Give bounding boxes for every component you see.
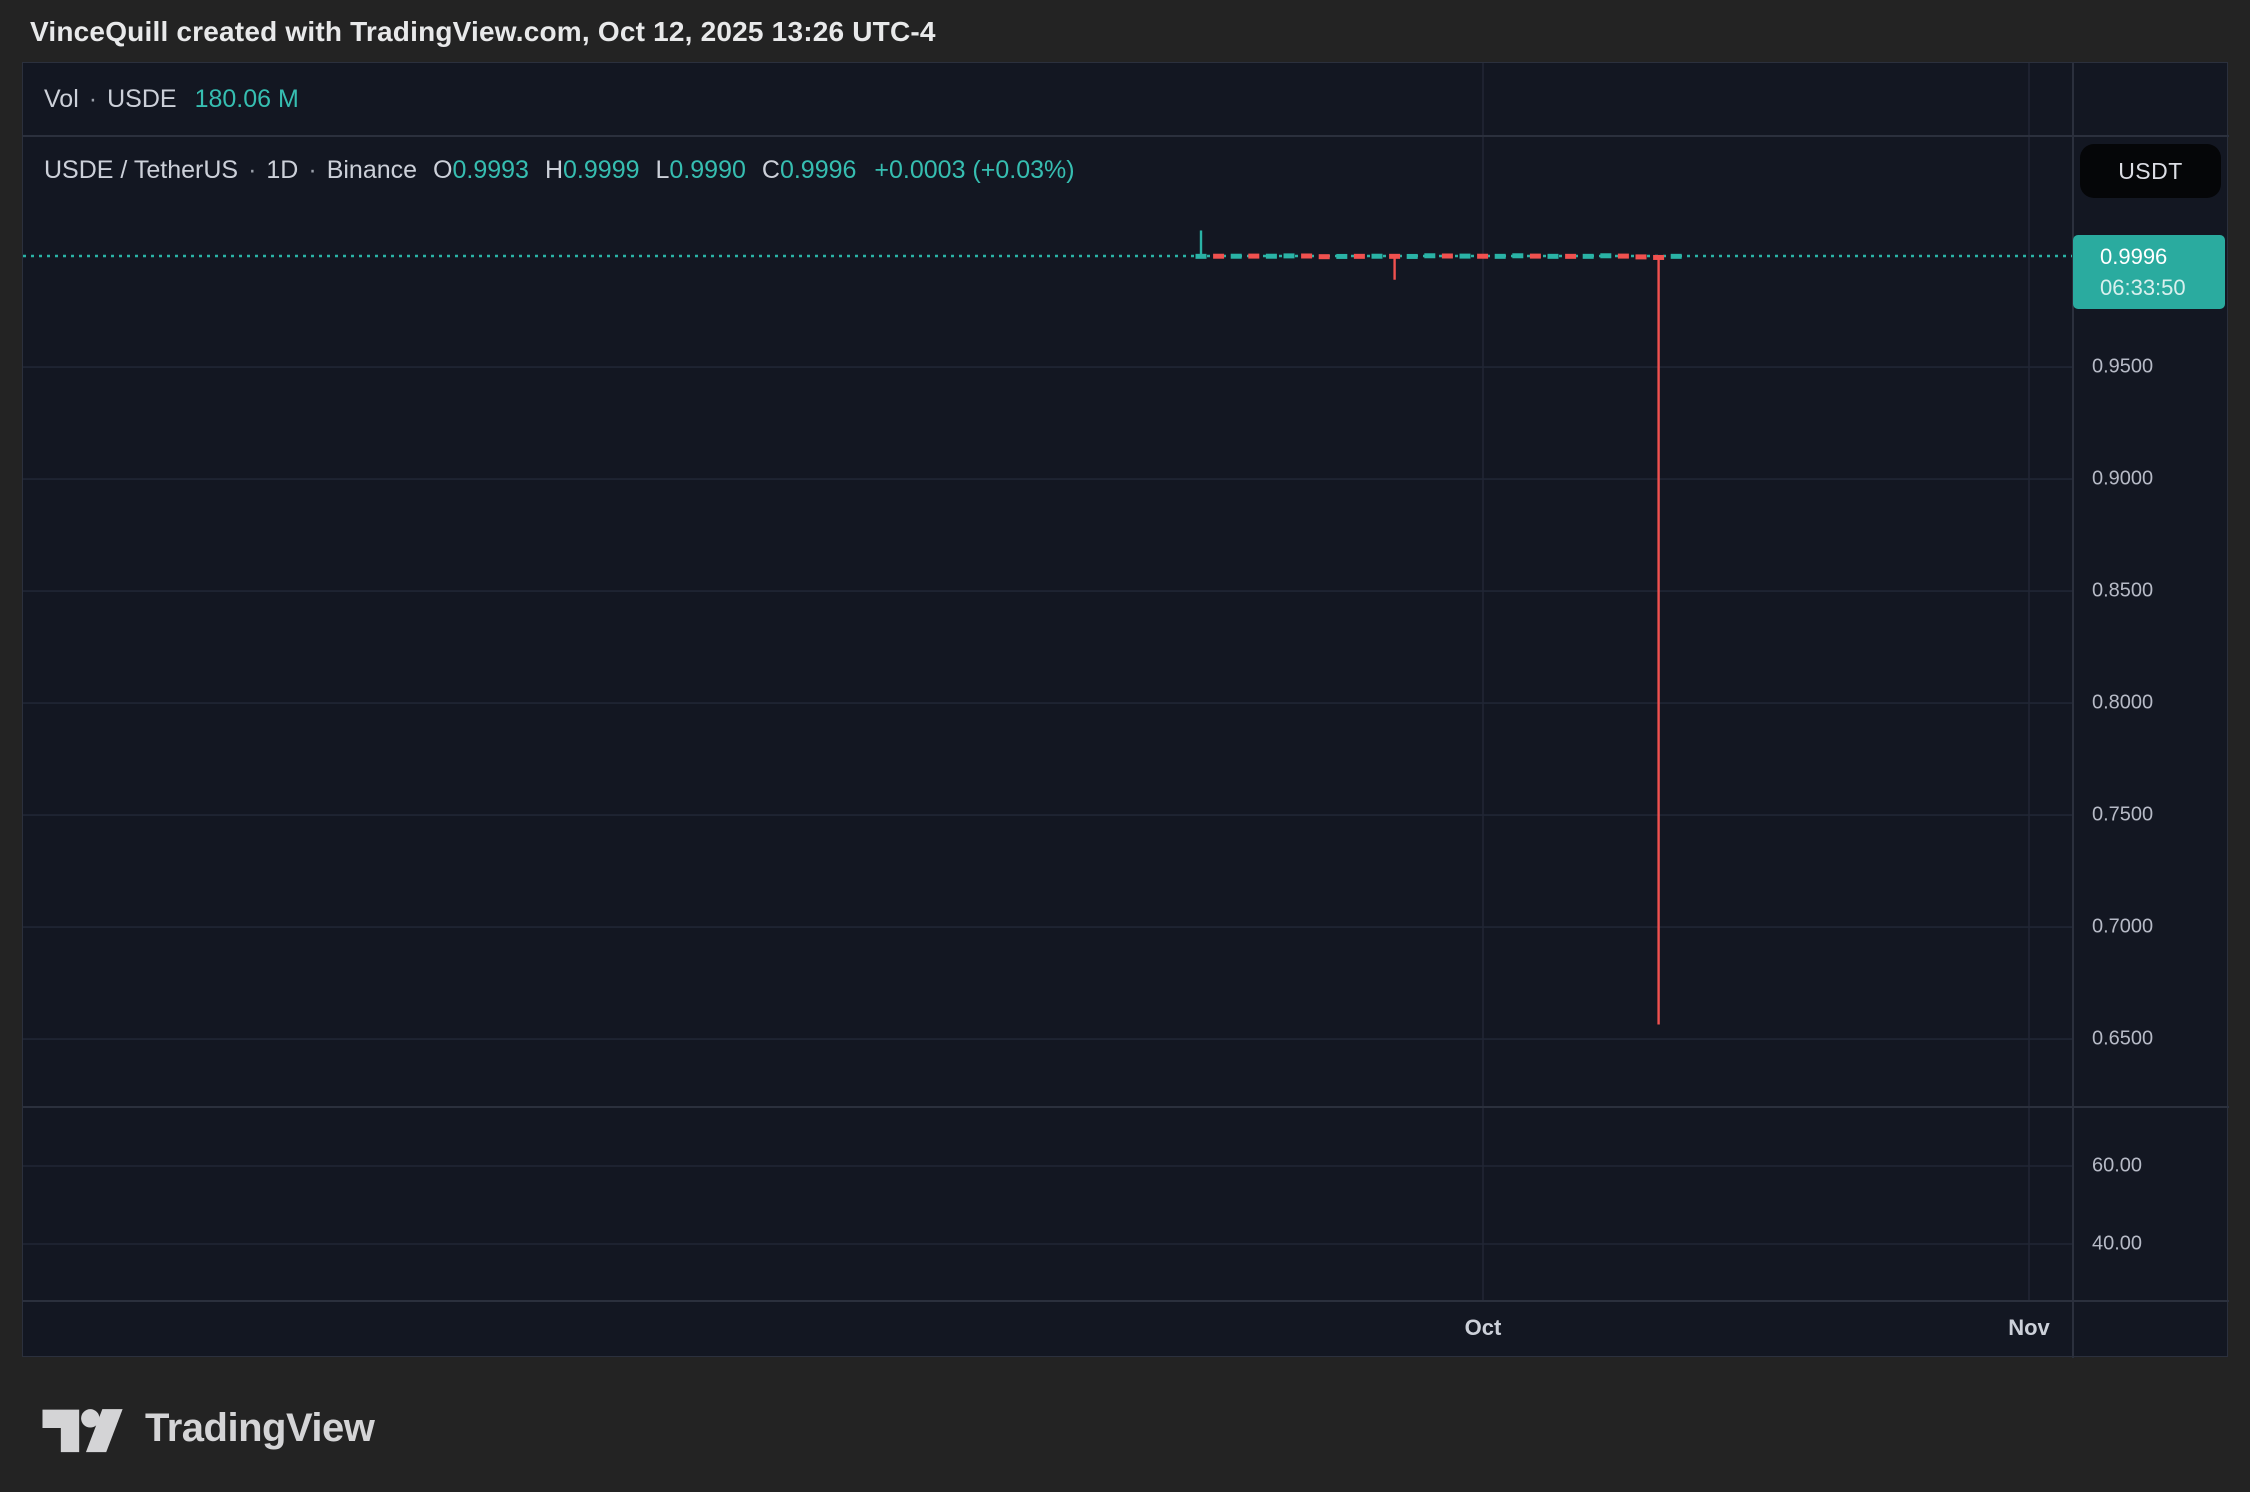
candle-body — [1618, 254, 1629, 259]
volume-axis-label: 60.00 — [2092, 1155, 2142, 1178]
pane-divider-price-volume — [23, 1106, 2229, 1108]
time-axis[interactable]: Oct Nov — [23, 1300, 2072, 1358]
symbol-pair: USDE / TetherUS — [44, 156, 238, 185]
candle-body — [1671, 254, 1682, 259]
candle-body — [1548, 254, 1559, 259]
separator-dot: · — [308, 156, 316, 185]
volume-symbol: USDE — [107, 85, 176, 114]
ohlc-close: C 0.9996 — [762, 156, 857, 185]
candle-body — [1442, 254, 1453, 259]
candle-body — [1231, 254, 1242, 259]
candle-body — [1301, 254, 1312, 259]
snapshot-title: VinceQuill created with TradingView.com,… — [30, 16, 936, 48]
time-axis-label: Oct — [1465, 1300, 1502, 1358]
symbol-legend: USDE / TetherUS · 1D · Binance O 0.9993 … — [44, 151, 1075, 189]
volume-axis-label: 40.00 — [2092, 1233, 2142, 1256]
candle-body — [1248, 254, 1259, 259]
tradingview-logo: TradingView — [40, 1400, 374, 1456]
pane-divider-volume-legend — [23, 135, 2229, 137]
tradingview-logo-icon — [40, 1400, 128, 1456]
last-price-label: 0.9996 06:33:50 — [2073, 235, 2225, 309]
candle-body — [1196, 254, 1207, 259]
tradingview-snapshot: VinceQuill created with TradingView.com,… — [0, 0, 2250, 1492]
candle-body — [1600, 253, 1611, 258]
price-axis-label: 0.8000 — [2092, 692, 2153, 715]
candle-body — [1460, 254, 1471, 259]
candle-body — [1565, 254, 1576, 259]
candle-body — [1583, 254, 1594, 259]
symbol-exchange: Binance — [327, 156, 417, 185]
candle-body — [1266, 254, 1277, 259]
last-price-value: 0.9996 — [2100, 241, 2225, 272]
bar-countdown: 06:33:50 — [2100, 272, 2225, 303]
price-change: +0.0003 (+0.03%) — [874, 156, 1074, 185]
volume-value: 180.06 M — [195, 85, 299, 114]
separator-dot: · — [89, 85, 97, 114]
time-axis-label: Nov — [2008, 1300, 2050, 1358]
chart-canvas[interactable] — [23, 63, 2229, 1358]
candle-body — [1653, 255, 1664, 260]
candle-body — [1407, 254, 1418, 259]
candle-body — [1319, 254, 1330, 259]
candle-body — [1213, 254, 1224, 259]
quote-currency-badge[interactable]: USDT — [2080, 144, 2221, 198]
price-axis-label: 0.8500 — [2092, 580, 2153, 603]
candle-body — [1495, 254, 1506, 259]
price-axis-label: 0.9000 — [2092, 468, 2153, 491]
candle-body — [1636, 254, 1647, 259]
candle-body — [1512, 253, 1523, 258]
volume-indicator-label: Vol — [44, 85, 79, 114]
candle-body — [1354, 254, 1365, 259]
tradingview-logo-text: TradingView — [145, 1406, 374, 1451]
candle-body — [1284, 253, 1295, 258]
price-axis-label: 0.9500 — [2092, 356, 2153, 379]
candle-body — [1530, 254, 1541, 259]
volume-legend: Vol · USDE 180.06 M — [44, 63, 299, 135]
candle-body — [1477, 254, 1488, 259]
separator-dot: · — [248, 156, 256, 185]
price-axis-label: 0.7500 — [2092, 804, 2153, 827]
candle-body — [1336, 254, 1347, 259]
candle-body — [1424, 253, 1435, 258]
symbol-interval: 1D — [266, 156, 298, 185]
ohlc-high: H 0.9999 — [545, 156, 640, 185]
price-axis-label: 0.7000 — [2092, 916, 2153, 939]
chart-frame: Vol · USDE 180.06 M USDE / TetherUS · 1D… — [22, 62, 2228, 1357]
ohlc-low: L 0.9990 — [656, 156, 746, 185]
price-axis-label: 0.6500 — [2092, 1028, 2153, 1051]
candle-body — [1389, 254, 1400, 259]
candle-body — [1372, 254, 1383, 259]
ohlc-open: O 0.9993 — [433, 156, 529, 185]
